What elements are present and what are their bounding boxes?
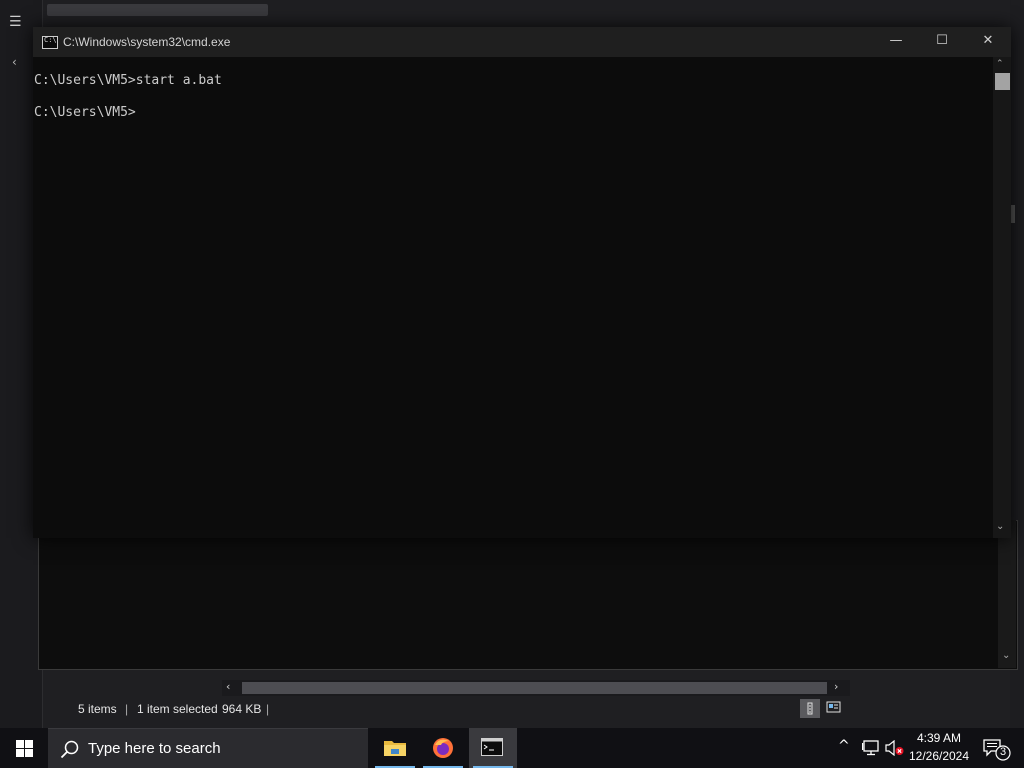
terminal-icon	[481, 738, 503, 756]
status-size: 964 KB	[222, 702, 262, 716]
clock-time[interactable]: 4:39 AM	[908, 731, 970, 745]
cmd-window-title: C:\Windows\system32\cmd.exe	[63, 35, 231, 49]
volume-muted-icon[interactable]	[885, 740, 905, 756]
windows-start-icon	[16, 740, 33, 757]
large-icons-view-button[interactable]	[826, 699, 842, 715]
taskbar-search-box[interactable]: Type here to search	[48, 728, 368, 768]
cmd-icon-label: C:\	[44, 36, 57, 44]
status-item-count: 5 items	[78, 702, 117, 716]
console-prompt: C:\Users\VM5>	[34, 105, 136, 120]
status-divider: |	[125, 702, 129, 716]
status-divider: |	[266, 702, 270, 716]
scroll-down-arrow-icon[interactable]: ⌄	[996, 521, 1004, 532]
minimize-button[interactable]: —	[873, 27, 919, 57]
details-view-icon	[807, 702, 813, 715]
scroll-left-arrow-icon[interactable]: ‹	[226, 680, 230, 693]
menu-icon[interactable]: ☰	[9, 14, 27, 32]
clock-date[interactable]: 12/26/2024	[904, 749, 974, 763]
taskbar: Type here to search ^ 4:39 AM 12/26/2024…	[0, 728, 1024, 768]
tiles-view-icon	[826, 701, 841, 713]
show-hidden-icons-chevron-icon[interactable]: ^	[838, 738, 850, 754]
close-button[interactable]: ✕	[965, 27, 1011, 57]
cmd-titlebar[interactable]: C:\ C:\Windows\system32\cmd.exe — ☐ ✕	[33, 27, 1011, 57]
explorer-file-pane[interactable]	[38, 520, 1018, 670]
minimize-icon: —	[889, 33, 903, 48]
scroll-right-arrow-icon[interactable]: ›	[834, 680, 838, 693]
explorer-address-bar[interactable]	[47, 4, 268, 16]
network-icon[interactable]	[862, 740, 880, 756]
maximize-icon: ☐	[936, 33, 948, 48]
cmd-window[interactable]: C:\ C:\Windows\system32\cmd.exe — ☐ ✕ C:…	[33, 27, 1011, 538]
notification-count-badge: 3	[999, 746, 1007, 758]
back-arrow-icon[interactable]: ‹	[12, 55, 17, 69]
explorer-scroll-thumb[interactable]	[1011, 205, 1015, 223]
search-icon	[60, 740, 79, 759]
details-view-button[interactable]	[800, 699, 820, 718]
scroll-up-arrow-icon[interactable]: ⌃	[996, 59, 1004, 69]
cmd-app-icon: C:\	[42, 36, 58, 49]
taskbar-app-file-explorer[interactable]	[371, 728, 419, 768]
search-placeholder: Type here to search	[88, 740, 221, 757]
status-selection: 1 item selected	[137, 702, 218, 716]
start-button[interactable]	[0, 728, 48, 768]
console-line: C:\Users\VM5>start a.bat	[34, 73, 222, 88]
console-scroll-thumb[interactable]	[995, 73, 1010, 90]
close-icon: ✕	[982, 33, 994, 48]
taskbar-app-firefox[interactable]	[419, 728, 467, 768]
maximize-button[interactable]: ☐	[919, 27, 965, 57]
console-scrollbar[interactable]	[993, 57, 1011, 538]
folder-icon	[384, 741, 406, 756]
firefox-icon	[433, 738, 453, 758]
taskbar-app-cmd[interactable]	[469, 728, 517, 768]
action-center-button[interactable]: 3	[978, 728, 1024, 768]
horizontal-scroll-thumb[interactable]	[242, 682, 827, 694]
scroll-down-arrow-icon[interactable]: ⌄	[1002, 650, 1010, 661]
explorer-vertical-scrollbar[interactable]	[998, 520, 1016, 668]
console-output[interactable]: C:\Users\VM5>start a.bat C:\Users\VM5>	[34, 57, 993, 537]
